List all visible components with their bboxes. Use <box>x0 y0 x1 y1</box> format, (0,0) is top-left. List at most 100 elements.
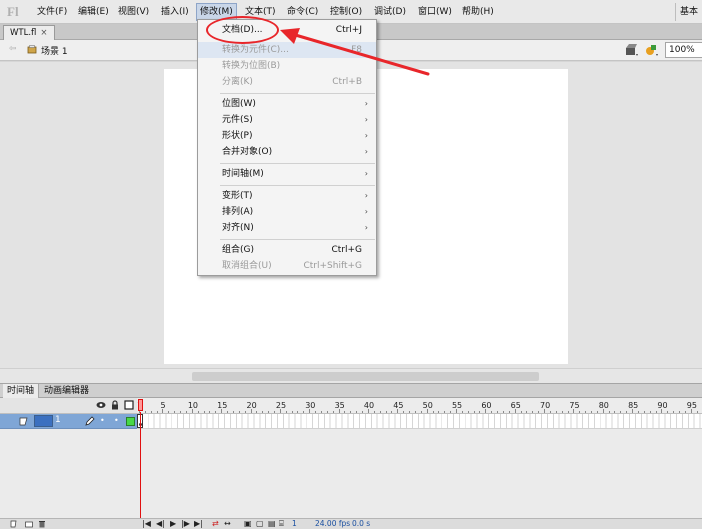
new-folder-icon[interactable] <box>25 520 33 528</box>
frame-number-label: 90 <box>657 401 668 410</box>
panel-tab-bar: 时间轴 动画编辑器 <box>0 383 702 398</box>
outline-icon[interactable] <box>124 400 134 410</box>
ruler-tick <box>274 411 275 413</box>
menu-item-align[interactable]: 对齐(N) › <box>198 220 376 236</box>
lock-icon[interactable] <box>110 400 120 410</box>
horizontal-scrollbar[interactable] <box>0 368 702 383</box>
keyframe[interactable] <box>137 414 143 428</box>
step-back-icon[interactable]: ◀| <box>156 519 165 529</box>
menu-view[interactable]: 视图(V) <box>115 3 152 21</box>
ruler-tick <box>596 411 598 413</box>
play-icon[interactable]: ▶ <box>170 519 176 529</box>
menu-edit[interactable]: 编辑(E) <box>75 3 112 21</box>
menu-help[interactable]: 帮助(H) <box>459 3 497 21</box>
new-layer-icon[interactable] <box>10 520 18 528</box>
timeline-panel: 1 5 10 15 20 25 30 35 40 45 50 55 60 65 70 75 80 85 90 95 1… <box>0 398 702 529</box>
submenu-arrow-icon: › <box>364 223 368 232</box>
ruler-tick <box>637 411 639 413</box>
ruler-tick <box>679 411 681 413</box>
onion-markers-icon[interactable]: ⌸ <box>279 519 284 529</box>
layer-header <box>0 398 137 414</box>
ruler-tick <box>497 411 499 413</box>
frame-number-label: 70 <box>540 401 551 410</box>
workspace-switcher[interactable]: 基本 <box>674 3 702 21</box>
fps-readout[interactable]: 24.00 fps <box>315 519 350 529</box>
ruler-tick <box>567 411 569 413</box>
document-tab[interactable]: WTL.fl × <box>3 25 55 40</box>
edit-symbol-icon[interactable] <box>645 43 659 57</box>
frame-number-label: 10 <box>187 401 199 410</box>
onion-skin-icon[interactable]: ▣ <box>244 519 252 529</box>
menu-item-bitmap[interactable]: 位图(W) › <box>198 96 376 112</box>
menu-window[interactable]: 窗口(W) <box>415 3 455 21</box>
visibility-dot[interactable]: • <box>100 417 105 425</box>
ruler-tick <box>608 411 610 413</box>
lock-dot[interactable]: • <box>114 417 119 425</box>
ruler-tick <box>362 411 364 413</box>
menu-separator <box>220 163 375 164</box>
menu-item-timeline[interactable]: 时间轴(M) › <box>198 166 376 182</box>
document-tab-label: WTL.fl <box>10 28 37 38</box>
ruler-tick <box>285 411 287 413</box>
ruler-tick <box>526 411 528 413</box>
ruler-tick <box>303 411 305 413</box>
frame-number-label: 45 <box>393 401 404 410</box>
ruler-tick <box>379 411 381 413</box>
close-icon[interactable]: × <box>40 28 47 38</box>
ruler-tick <box>420 411 422 413</box>
tab-timeline[interactable]: 时间轴 <box>3 384 40 398</box>
ruler-tick <box>156 411 158 413</box>
tab-motion-editor[interactable]: 动画编辑器 <box>40 384 93 398</box>
ruler-tick <box>673 411 675 413</box>
menu-insert[interactable]: 插入(I) <box>158 3 192 21</box>
onion-outline-icon[interactable]: ▢ <box>256 519 264 529</box>
scrollbar-thumb[interactable] <box>192 372 539 381</box>
ruler-tick <box>326 411 328 413</box>
ruler-tick <box>227 411 229 413</box>
ruler-tick <box>626 411 628 413</box>
layer-name[interactable]: 1 <box>55 415 61 425</box>
loop-icon[interactable]: ⇄ <box>212 519 219 529</box>
scene-icon <box>27 45 37 54</box>
menu-separator <box>220 185 375 186</box>
menu-file[interactable]: 文件(F) <box>34 3 70 21</box>
ruler-tick <box>667 411 669 413</box>
menu-item-combine-objects[interactable]: 合并对象(O) › <box>198 144 376 160</box>
menu-item-group[interactable]: 组合(G) Ctrl+G <box>198 242 376 258</box>
back-arrow-icon[interactable]: ⇦ <box>9 44 17 54</box>
eye-icon[interactable] <box>96 400 106 410</box>
ruler-tick <box>444 411 446 413</box>
menu-item-ungroup[interactable]: 取消组合(U) Ctrl+Shift+G <box>198 258 376 274</box>
frame-number-label: 35 <box>334 401 345 410</box>
zoom-field[interactable]: 100% <box>665 42 702 58</box>
step-forward-icon[interactable]: |▶ <box>181 519 190 529</box>
delete-layer-icon[interactable] <box>38 520 46 528</box>
go-to-last-frame-icon[interactable]: ▶| <box>194 519 203 529</box>
ruler-tick <box>244 411 246 413</box>
ruler-tick <box>520 411 522 413</box>
layer-outline-color[interactable] <box>126 417 135 426</box>
submenu-arrow-icon: › <box>364 191 368 200</box>
frame-row[interactable] <box>137 414 702 429</box>
ruler-tick <box>168 411 170 413</box>
edit-scene-icon[interactable] <box>625 43 639 57</box>
frame-number-label: 85 <box>628 401 639 410</box>
menu-item-arrange[interactable]: 排列(A) › <box>198 204 376 220</box>
ruler-tick <box>215 411 217 413</box>
ruler-tick <box>432 411 434 413</box>
frame-cells[interactable] <box>137 414 702 428</box>
go-to-first-frame-icon[interactable]: |◀ <box>142 519 151 529</box>
frame-ruler[interactable]: 1 5 10 15 20 25 30 35 40 45 50 55 60 65 70 75 80 85 90 95 <box>137 398 702 414</box>
layer-row[interactable]: 1 • • <box>0 414 137 429</box>
layer-thumbnail <box>34 415 53 427</box>
menu-item-symbol[interactable]: 元件(S) › <box>198 112 376 128</box>
edit-multiple-frames-icon[interactable]: ▤ <box>268 519 276 529</box>
timeline-footer: |◀ ◀| ▶ |▶ ▶| ⇄ ↔ ▣ ▢ ▤ ⌸ 1 24.00 fps 0.… <box>0 518 702 529</box>
ruler-tick <box>696 411 698 413</box>
menu-item-shape[interactable]: 形状(P) › <box>198 128 376 144</box>
center-frame-icon[interactable]: ↔ <box>224 519 231 529</box>
menu-item-transform[interactable]: 变形(T) › <box>198 188 376 204</box>
ruler-tick <box>350 411 352 413</box>
submenu-arrow-icon: › <box>364 99 368 108</box>
menu-separator <box>220 93 375 94</box>
